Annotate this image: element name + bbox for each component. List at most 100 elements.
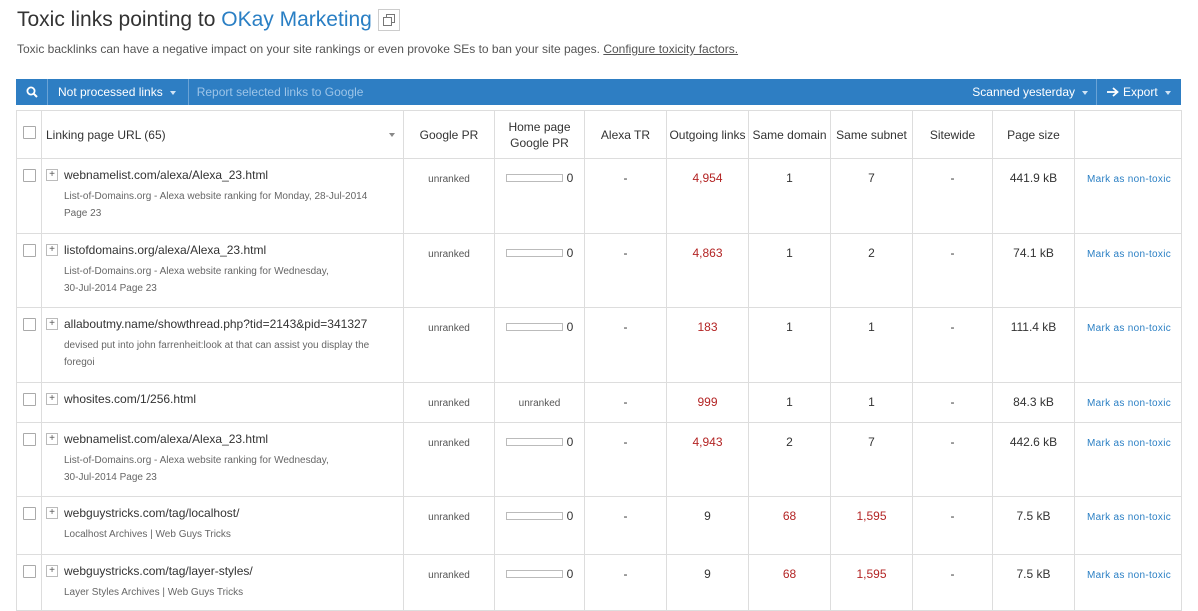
link-url[interactable]: webguystricks.com/tag/localhost/ bbox=[64, 506, 239, 520]
action-cell: Mark as non-toxic bbox=[1074, 307, 1182, 383]
export-button[interactable]: Export bbox=[1097, 79, 1181, 105]
same-subnet-cell: 1,595 bbox=[830, 554, 913, 611]
alexa-cell: - bbox=[584, 158, 667, 234]
row-select-cell bbox=[16, 554, 42, 611]
row-checkbox[interactable] bbox=[22, 393, 36, 406]
home-pr-cell: 0 bbox=[494, 554, 585, 611]
select-all-checkbox[interactable] bbox=[22, 126, 36, 139]
same-subnet-cell: 1 bbox=[830, 307, 913, 383]
google-pr-cell: unranked bbox=[403, 233, 495, 308]
expand-icon[interactable]: + bbox=[46, 169, 58, 181]
column-header-home-pr[interactable]: Home page Google PR bbox=[494, 110, 585, 159]
expand-icon[interactable]: + bbox=[46, 318, 58, 330]
home-pr-cell: 0 bbox=[494, 158, 585, 234]
table-row: + webguystricks.com/tag/layer-styles/ Lay… bbox=[16, 554, 1182, 611]
mark-non-toxic-link[interactable]: Mark as non-toxic bbox=[1087, 398, 1171, 409]
google-pr-value: unranked bbox=[428, 249, 470, 260]
column-header-url[interactable]: Linking page URL (65) bbox=[41, 110, 404, 159]
row-checkbox[interactable] bbox=[22, 318, 36, 331]
alexa-cell: - bbox=[584, 422, 667, 497]
page-size-cell: 441.9 kB bbox=[992, 158, 1075, 234]
home-pr-cell: unranked bbox=[494, 382, 585, 423]
same-subnet-cell: 7 bbox=[830, 158, 913, 234]
action-cell: Mark as non-toxic bbox=[1074, 158, 1182, 234]
report-to-google-button[interactable]: Report selected links to Google bbox=[189, 79, 372, 105]
link-url[interactable]: webguystricks.com/tag/layer-styles/ bbox=[64, 564, 253, 578]
description-line-2: Page 23 bbox=[64, 208, 102, 219]
expand-icon[interactable]: + bbox=[46, 565, 58, 577]
column-header-same-subnet[interactable]: Same subnet bbox=[830, 110, 913, 159]
description-line-2: 30-Jul-2014 Page 23 bbox=[64, 472, 157, 483]
action-cell: Mark as non-toxic bbox=[1074, 496, 1182, 555]
row-select-cell bbox=[16, 233, 42, 308]
column-header-outgoing[interactable]: Outgoing links bbox=[666, 110, 749, 159]
row-checkbox[interactable] bbox=[22, 507, 36, 520]
sitewide-cell: - bbox=[912, 496, 993, 555]
home-pr-value: unranked bbox=[518, 398, 561, 409]
page-title-row: Toxic links pointing to OKay Marketing bbox=[17, 8, 400, 32]
description-line-1: Localhost Archives | Web Guys Tricks bbox=[64, 529, 231, 540]
toxic-links-table: Linking page URL (65) Google PR Home pag… bbox=[16, 110, 1182, 611]
action-cell: Mark as non-toxic bbox=[1074, 233, 1182, 308]
search-button[interactable] bbox=[16, 79, 48, 105]
outgoing-cell: 4,954 bbox=[666, 158, 749, 234]
mark-non-toxic-link[interactable]: Mark as non-toxic bbox=[1087, 323, 1171, 334]
home-pr-cell: 0 bbox=[494, 422, 585, 497]
same-domain-cell: 1 bbox=[748, 307, 831, 383]
scanned-dropdown[interactable]: Scanned yesterday bbox=[964, 79, 1097, 105]
mark-non-toxic-link[interactable]: Mark as non-toxic bbox=[1087, 512, 1171, 523]
row-checkbox[interactable] bbox=[22, 244, 36, 257]
row-select-cell bbox=[16, 307, 42, 383]
link-url[interactable]: listofdomains.org/alexa/Alexa_23.html bbox=[64, 243, 266, 257]
configure-toxicity-link[interactable]: Configure toxicity factors. bbox=[603, 42, 738, 56]
url-cell: + webnamelist.com/alexa/Alexa_23.html Lis… bbox=[41, 422, 404, 497]
page-title: Toxic links pointing to OKay Marketing bbox=[17, 8, 372, 32]
row-select-cell bbox=[16, 382, 42, 423]
expand-icon[interactable]: + bbox=[46, 393, 58, 405]
home-pr-value: 0 bbox=[566, 320, 574, 334]
same-subnet-cell: 1 bbox=[830, 382, 913, 423]
column-header-same-domain[interactable]: Same domain bbox=[748, 110, 831, 159]
action-cell: Mark as non-toxic bbox=[1074, 554, 1182, 611]
copy-icon[interactable] bbox=[377, 9, 400, 31]
table-row: + allaboutmy.name/showthread.php?tid=2143… bbox=[16, 307, 1182, 383]
select-all-cell bbox=[16, 110, 42, 159]
same-domain-cell: 68 bbox=[748, 554, 831, 611]
link-url[interactable]: allaboutmy.name/showthread.php?tid=2143&… bbox=[64, 317, 367, 331]
expand-icon[interactable]: + bbox=[46, 507, 58, 519]
filter-dropdown[interactable]: Not processed links bbox=[48, 79, 189, 105]
expand-icon[interactable]: + bbox=[46, 433, 58, 445]
column-header-alexa[interactable]: Alexa TR bbox=[584, 110, 667, 159]
pr-bar bbox=[505, 570, 563, 578]
alexa-cell: - bbox=[584, 554, 667, 611]
home-pr-cell: 0 bbox=[494, 307, 585, 383]
description-line-1: List-of-Domains.org - Alexa website rank… bbox=[64, 455, 329, 466]
column-header-google-pr[interactable]: Google PR bbox=[403, 110, 495, 159]
chevron-down-icon bbox=[1164, 90, 1171, 95]
column-header-page-size[interactable]: Page size bbox=[992, 110, 1075, 159]
expand-icon[interactable]: + bbox=[46, 244, 58, 256]
column-header-sitewide[interactable]: Sitewide bbox=[912, 110, 993, 159]
mark-non-toxic-link[interactable]: Mark as non-toxic bbox=[1087, 438, 1171, 449]
google-pr-cell: unranked bbox=[403, 158, 495, 234]
google-pr-value: unranked bbox=[428, 398, 470, 409]
page-subtitle: Toxic backlinks can have a negative impa… bbox=[17, 42, 738, 56]
page-size-cell: 84.3 kB bbox=[992, 382, 1075, 423]
link-description: Localhost Archives | Web Guys Tricks bbox=[64, 526, 403, 543]
mark-non-toxic-link[interactable]: Mark as non-toxic bbox=[1087, 174, 1171, 185]
google-pr-cell: unranked bbox=[403, 422, 495, 497]
outgoing-cell: 4,943 bbox=[666, 422, 749, 497]
link-description: List-of-Domains.org - Alexa website rank… bbox=[64, 188, 403, 222]
link-url[interactable]: webnamelist.com/alexa/Alexa_23.html bbox=[64, 168, 268, 182]
row-checkbox[interactable] bbox=[22, 169, 36, 182]
alexa-cell: - bbox=[584, 496, 667, 555]
title-prefix: Toxic links pointing to bbox=[17, 8, 222, 31]
link-url[interactable]: webnamelist.com/alexa/Alexa_23.html bbox=[64, 432, 268, 446]
row-checkbox[interactable] bbox=[22, 565, 36, 578]
sitewide-cell: - bbox=[912, 158, 993, 234]
link-url[interactable]: whosites.com/1/256.html bbox=[64, 392, 196, 406]
sitewide-cell: - bbox=[912, 233, 993, 308]
mark-non-toxic-link[interactable]: Mark as non-toxic bbox=[1087, 249, 1171, 260]
row-checkbox[interactable] bbox=[22, 433, 36, 446]
mark-non-toxic-link[interactable]: Mark as non-toxic bbox=[1087, 570, 1171, 581]
